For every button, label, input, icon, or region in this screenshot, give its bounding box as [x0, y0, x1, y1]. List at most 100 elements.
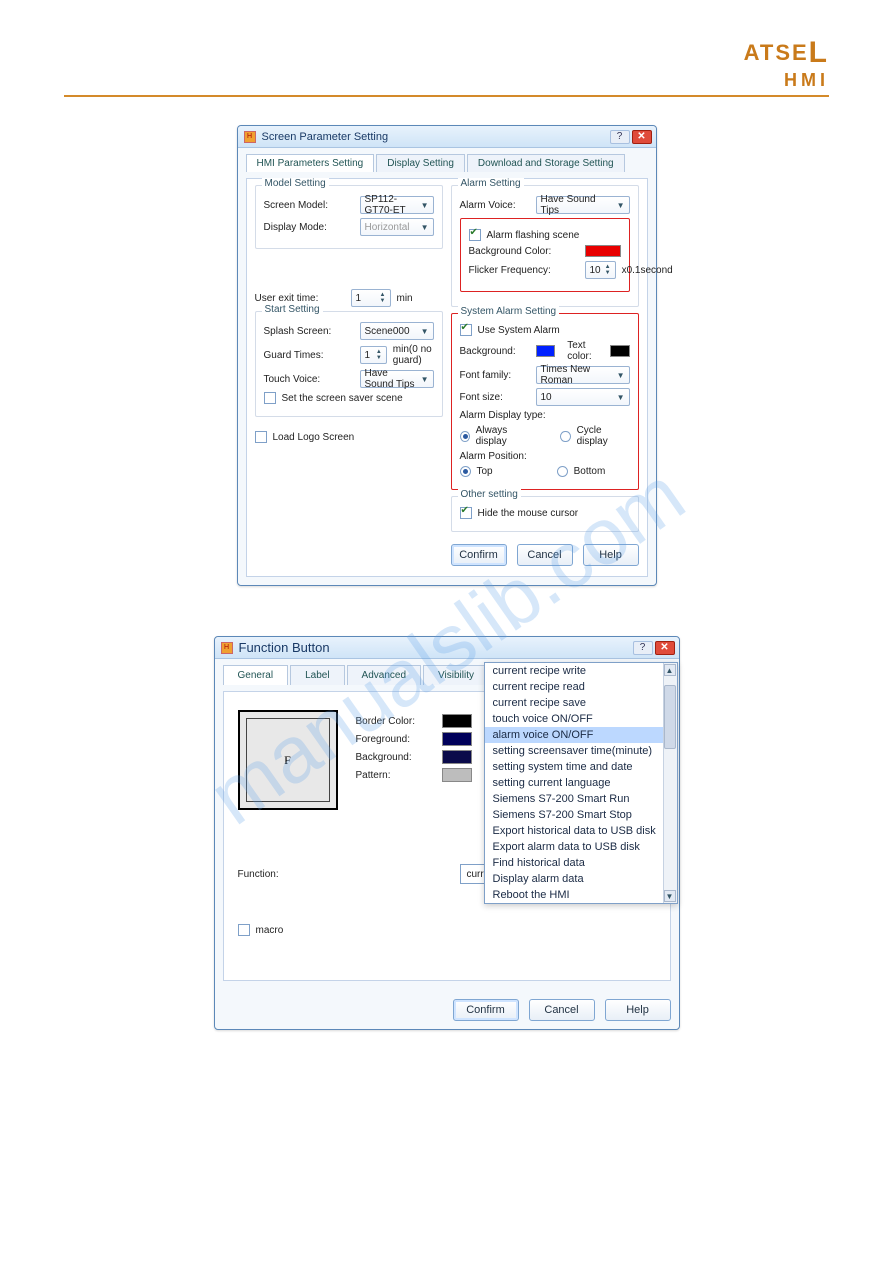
dropdown-item[interactable]: current recipe write: [485, 663, 677, 679]
guard-label: Guard Times:: [264, 350, 354, 361]
user-exit-label: User exit time:: [255, 293, 345, 304]
display-type-cycle-radio[interactable]: [560, 431, 570, 442]
brand-logo: ATSEL HMI: [64, 36, 829, 91]
stepper-icon: ▲▼: [380, 292, 386, 304]
scrollbar[interactable]: ▲ ▼: [663, 663, 677, 903]
tab-display[interactable]: Display Setting: [376, 154, 465, 172]
pattern-swatch[interactable]: [442, 768, 472, 782]
system-alarm-group: System Alarm Setting Use System Alarm Ba…: [451, 313, 639, 490]
dropdown-item[interactable]: setting screensaver time(minute): [485, 743, 677, 759]
dropdown-item[interactable]: current recipe read: [485, 679, 677, 695]
tab-download[interactable]: Download and Storage Setting: [467, 154, 625, 172]
flicker-label: Flicker Frequency:: [469, 265, 579, 276]
stepper-icon: ▲▼: [605, 264, 611, 276]
titlebar[interactable]: H Screen Parameter Setting ? ✕: [238, 126, 656, 148]
group-legend: Model Setting: [262, 178, 329, 189]
tab-label[interactable]: Label: [290, 665, 344, 685]
foreground-swatch[interactable]: [442, 732, 472, 746]
dropdown-item[interactable]: Siemens S7-200 Smart Stop: [485, 807, 677, 823]
close-button[interactable]: ✕: [655, 641, 675, 655]
background-label: Background:: [356, 752, 436, 763]
background-swatch[interactable]: [442, 750, 472, 764]
button-preview: F: [238, 710, 338, 810]
dropdown-item[interactable]: Reboot the HMI: [485, 887, 677, 903]
position-top-label: Top: [477, 466, 493, 477]
user-exit-spinner[interactable]: 1 ▲▼: [351, 289, 391, 307]
alarm-bg-label: Background Color:: [469, 246, 579, 257]
border-color-label: Border Color:: [356, 716, 436, 727]
function-dropdown[interactable]: current recipe writecurrent recipe readc…: [484, 662, 678, 904]
dropdown-item[interactable]: Siemens S7-200 Smart Run: [485, 791, 677, 807]
load-logo-checkbox[interactable]: [255, 431, 267, 443]
scroll-up-icon[interactable]: ▲: [664, 664, 676, 676]
confirm-button[interactable]: Confirm: [453, 999, 519, 1021]
guard-spinner[interactable]: 1 ▲▼: [360, 346, 387, 364]
alarm-flashing-checkbox[interactable]: [469, 229, 481, 241]
scroll-down-icon[interactable]: ▼: [664, 890, 676, 902]
group-legend: System Alarm Setting: [458, 306, 560, 317]
app-icon: H: [244, 131, 256, 143]
app-icon: H: [221, 642, 233, 654]
hide-cursor-checkbox[interactable]: [460, 507, 472, 519]
cancel-button[interactable]: Cancel: [529, 999, 595, 1021]
alarm-flashing-box: Alarm flashing scene Background Color: F…: [460, 218, 630, 292]
macro-checkbox[interactable]: [238, 924, 250, 936]
display-type-always-radio[interactable]: [460, 431, 470, 442]
splash-select[interactable]: Scene000▼: [360, 322, 434, 340]
help-titlebutton[interactable]: ?: [610, 130, 630, 144]
dropdown-item[interactable]: Export historical data to USB disk: [485, 823, 677, 839]
close-button[interactable]: ✕: [632, 130, 652, 144]
screen-model-select[interactable]: SP112-GT70-ET▼: [360, 196, 434, 214]
cancel-button[interactable]: Cancel: [517, 544, 573, 566]
tabs: HMI Parameters Setting Display Setting D…: [246, 154, 648, 172]
dropdown-item[interactable]: setting system time and date: [485, 759, 677, 775]
user-exit-unit: min: [397, 293, 413, 304]
dropdown-item[interactable]: current recipe save: [485, 695, 677, 711]
sys-text-swatch[interactable]: [610, 345, 630, 357]
alarm-voice-select[interactable]: Have Sound Tips▼: [536, 196, 630, 214]
use-system-alarm-checkbox[interactable]: [460, 324, 472, 336]
dropdown-item[interactable]: Export alarm data to USB disk: [485, 839, 677, 855]
screensaver-checkbox[interactable]: [264, 392, 276, 404]
group-legend: Other setting: [458, 489, 521, 500]
alarm-position-label: Alarm Position:: [460, 451, 630, 462]
group-legend: Alarm Setting: [458, 178, 524, 189]
sys-bg-label: Background:: [460, 346, 530, 357]
position-top-radio[interactable]: [460, 466, 471, 477]
alarm-bg-swatch[interactable]: [585, 245, 621, 257]
scroll-thumb[interactable]: [664, 685, 676, 749]
font-size-select[interactable]: 10▼: [536, 388, 630, 406]
font-family-select[interactable]: Times New Roman▼: [536, 366, 630, 384]
tab-advanced[interactable]: Advanced: [347, 665, 421, 685]
window-title: Function Button: [239, 640, 330, 655]
tab-hmi-parameters[interactable]: HMI Parameters Setting: [246, 154, 375, 172]
dropdown-item[interactable]: Find historical data: [485, 855, 677, 871]
function-button-window: H Function Button ? ✕ General Label Adva…: [214, 636, 680, 1030]
screensaver-label: Set the screen saver scene: [282, 393, 403, 404]
confirm-button[interactable]: Confirm: [451, 544, 507, 566]
dropdown-item[interactable]: touch voice ON/OFF: [485, 711, 677, 727]
window-title: Screen Parameter Setting: [262, 131, 389, 143]
font-family-label: Font family:: [460, 370, 530, 381]
help-button[interactable]: Help: [605, 999, 671, 1021]
dropdown-item[interactable]: Display alarm data: [485, 871, 677, 887]
border-color-swatch[interactable]: [442, 714, 472, 728]
tab-general[interactable]: General: [223, 665, 289, 685]
dropdown-item[interactable]: setting current language: [485, 775, 677, 791]
tab-visibility[interactable]: Visibility: [423, 665, 489, 685]
titlebar[interactable]: H Function Button ? ✕: [215, 637, 679, 659]
help-button[interactable]: Help: [583, 544, 639, 566]
hide-cursor-label: Hide the mouse cursor: [478, 508, 579, 519]
macro-label: macro: [256, 925, 284, 936]
help-titlebutton[interactable]: ?: [633, 641, 653, 655]
header-divider: [64, 95, 829, 97]
display-mode-select[interactable]: Horizontal▼: [360, 218, 434, 236]
touch-voice-select[interactable]: Have Sound Tips▼: [360, 370, 434, 388]
flicker-unit: x0.1second: [622, 265, 673, 276]
sys-bg-swatch[interactable]: [536, 345, 556, 357]
position-bottom-radio[interactable]: [557, 466, 568, 477]
flicker-spinner[interactable]: 10 ▲▼: [585, 261, 616, 279]
dropdown-item[interactable]: alarm voice ON/OFF: [485, 727, 677, 743]
chevron-down-icon: ▼: [421, 223, 429, 232]
screen-parameter-window: H Screen Parameter Setting ? ✕ HMI Param…: [237, 125, 657, 586]
